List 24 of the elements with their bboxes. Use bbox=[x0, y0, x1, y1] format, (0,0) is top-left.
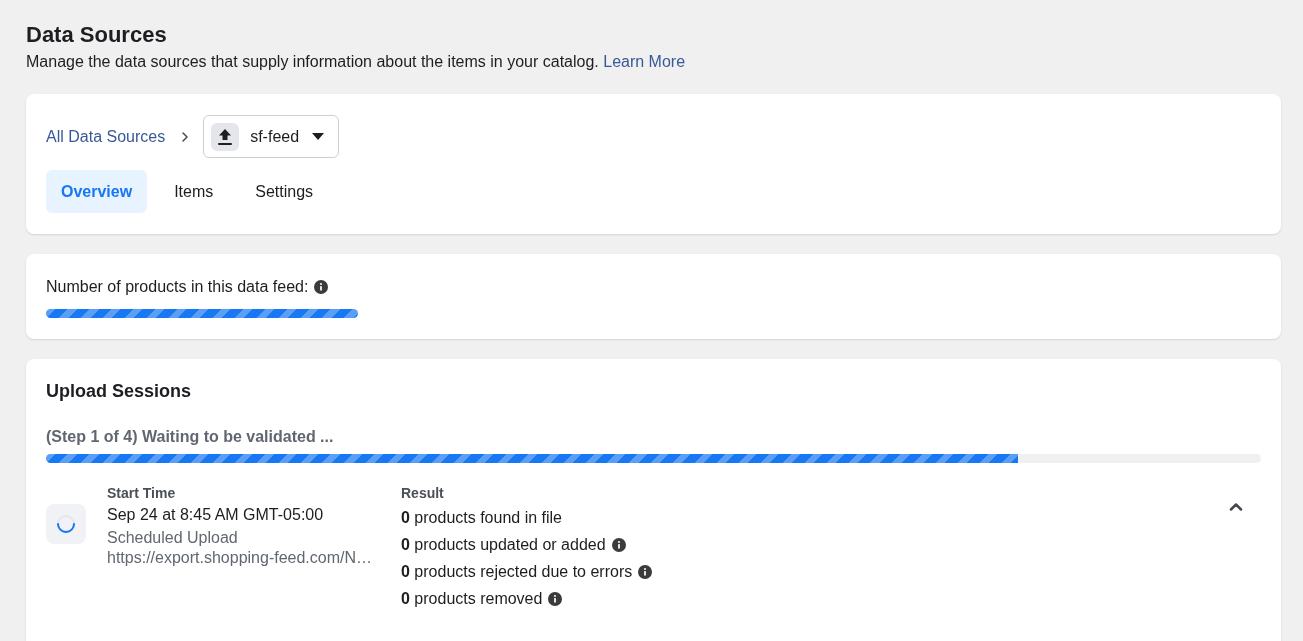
page-description: Manage the data sources that supply information about the items in your catalog. Learn More bbox=[26, 52, 686, 72]
result-line: 0 products updated or added bbox=[401, 535, 606, 555]
start-time-label: Start Time bbox=[107, 485, 176, 501]
result-line: 0 products removed bbox=[401, 589, 543, 609]
learn-more-link[interactable]: Learn More bbox=[603, 53, 686, 70]
tab[interactable]: Overview bbox=[46, 170, 148, 213]
upload-type: Scheduled Upload bbox=[107, 528, 238, 548]
section-title: Upload Sessions bbox=[46, 380, 192, 402]
breadcrumb-link[interactable]: All Data Sources bbox=[46, 126, 166, 147]
result-line: 0 products rejected due to errors bbox=[401, 562, 633, 582]
loading-spinner-icon bbox=[46, 504, 86, 544]
product-count-label: Number of products in this data feed: bbox=[46, 277, 309, 297]
result-label: Result bbox=[401, 485, 444, 501]
tab[interactable]: Items bbox=[159, 170, 229, 213]
upload-status: (Step 1 of 4) Waiting to be validated ... bbox=[46, 427, 334, 447]
start-time-value: Sep 24 at 8:45 AM GMT-05:00 bbox=[107, 505, 324, 525]
info-icon bbox=[314, 280, 329, 294]
feed-url: https://export.shopping-feed.com/N… bbox=[107, 548, 373, 567]
page-title: Data Sources bbox=[26, 21, 167, 49]
result-line: 0 products found in file bbox=[401, 508, 562, 528]
tab[interactable]: Settings bbox=[240, 170, 329, 213]
source-dropdown[interactable]: sf-feed bbox=[203, 115, 340, 158]
caret-down-icon bbox=[312, 133, 325, 140]
upload-icon bbox=[211, 122, 240, 151]
